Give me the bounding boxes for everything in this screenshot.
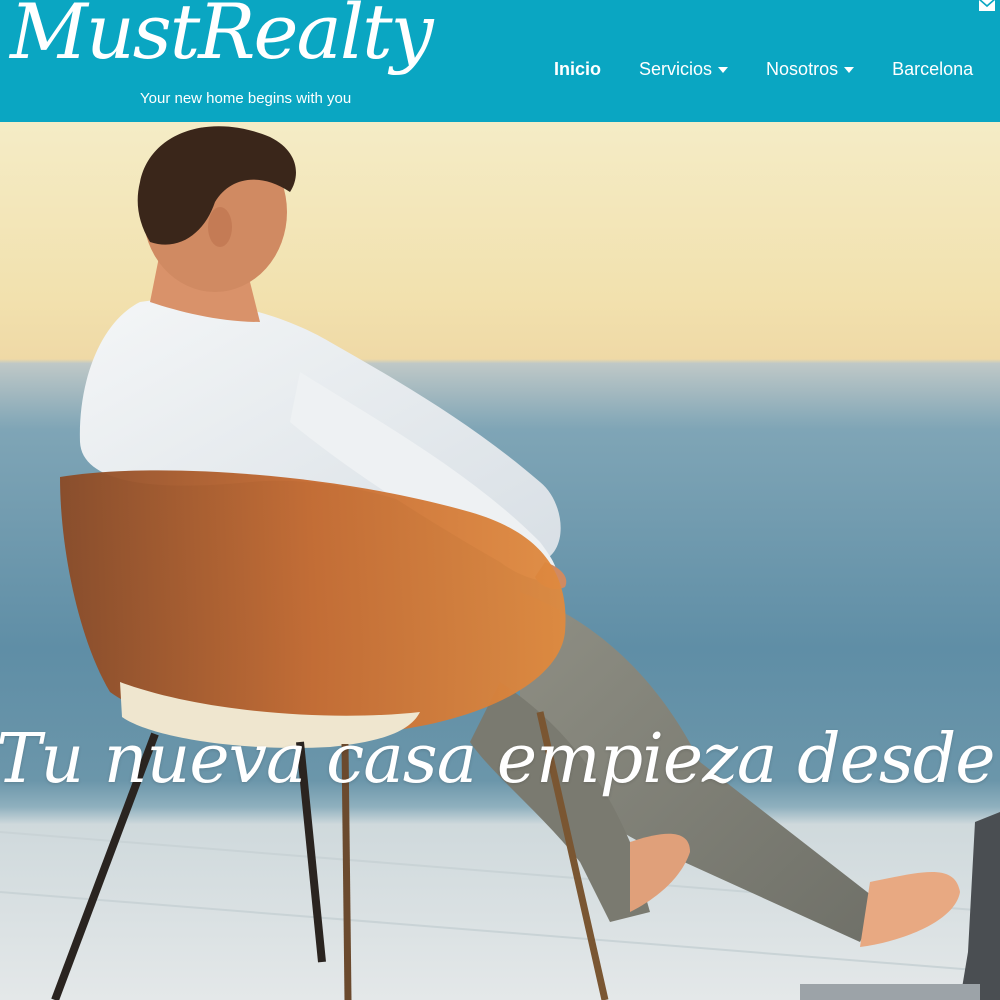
logo-tagline: Your new home begins with you [140,90,352,107]
nav-item-label: Servicios [639,58,713,79]
nav-item-inicio[interactable]: Inicio [554,59,601,80]
hero-banner: Tu nueva casa empieza desde ti [0,122,1000,1000]
nav-item-label: Barcelona [892,58,974,79]
logo[interactable]: MustRealty Your new home begins with you [10,0,434,115]
nav-item-servicios[interactable]: Servicios [639,58,729,80]
main-nav: Inicio Servicios Nosotros Barcelona [554,56,973,82]
logo-text: MustRealty [10,0,434,76]
nav-item-nosotros[interactable]: Nosotros [766,58,855,80]
hero-image [0,126,1000,1000]
site-header: MustRealty Your new home begins with you… [0,0,1000,122]
envelope-icon[interactable] [978,0,996,12]
nav-item-label: Inicio [554,58,602,79]
hero-slogan: Tu nueva casa empieza desde ti [0,720,1000,799]
nav-item-label: Nosotros [766,58,839,79]
chevron-down-icon [844,67,855,73]
chevron-down-icon [718,67,729,73]
nav-item-barcelona[interactable]: Barcelona [892,59,973,80]
